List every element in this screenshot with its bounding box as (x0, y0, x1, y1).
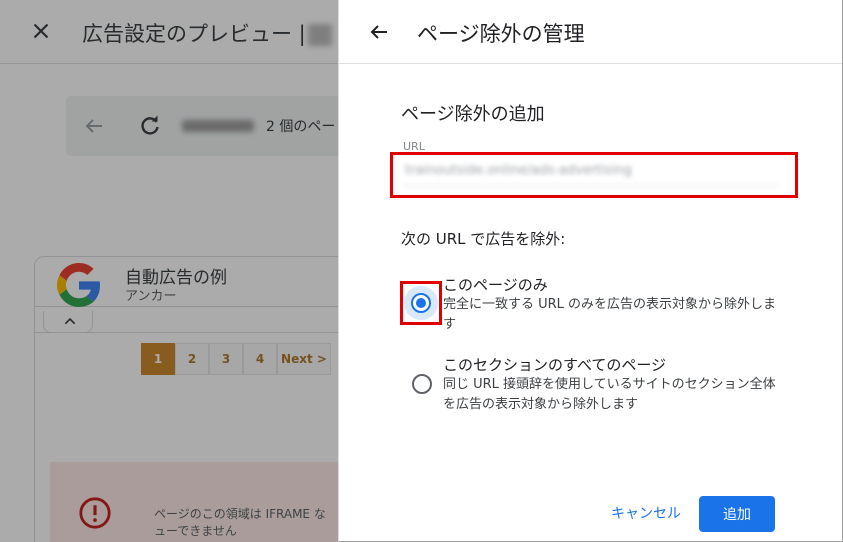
add-button[interactable]: 追加 (699, 496, 775, 532)
page-exclusion-panel: ページ除外の管理 ページ除外の追加 URL 次の URL で広告を除外: このペ… (338, 0, 843, 542)
radio-highlight-box (400, 281, 442, 325)
exclude-scope-label: 次の URL で広告を除外: (401, 230, 566, 248)
option-this-page-only-title[interactable]: このページのみ (443, 274, 548, 295)
cancel-button[interactable]: キャンセル (603, 496, 689, 530)
panel-header: ページ除外の管理 (339, 0, 842, 64)
option-this-page-only-description: 完全に一致する URL のみを広告の表示対象から除外します (443, 297, 777, 332)
arrow-left-icon[interactable] (367, 20, 391, 44)
panel-title: ページ除外の管理 (417, 22, 585, 46)
add-exclusion-heading: ページ除外の追加 (401, 104, 545, 125)
modal-scrim[interactable] (0, 0, 338, 542)
option-section-description: 同じ URL 接頭辞を使用しているサイトのセクション全体を広告の表示対象から除外… (443, 377, 776, 412)
radio-all-pages-in-section[interactable] (412, 374, 432, 394)
option-section-title[interactable]: このセクションのすべてのページ (443, 354, 666, 375)
url-highlight-box (390, 152, 798, 198)
